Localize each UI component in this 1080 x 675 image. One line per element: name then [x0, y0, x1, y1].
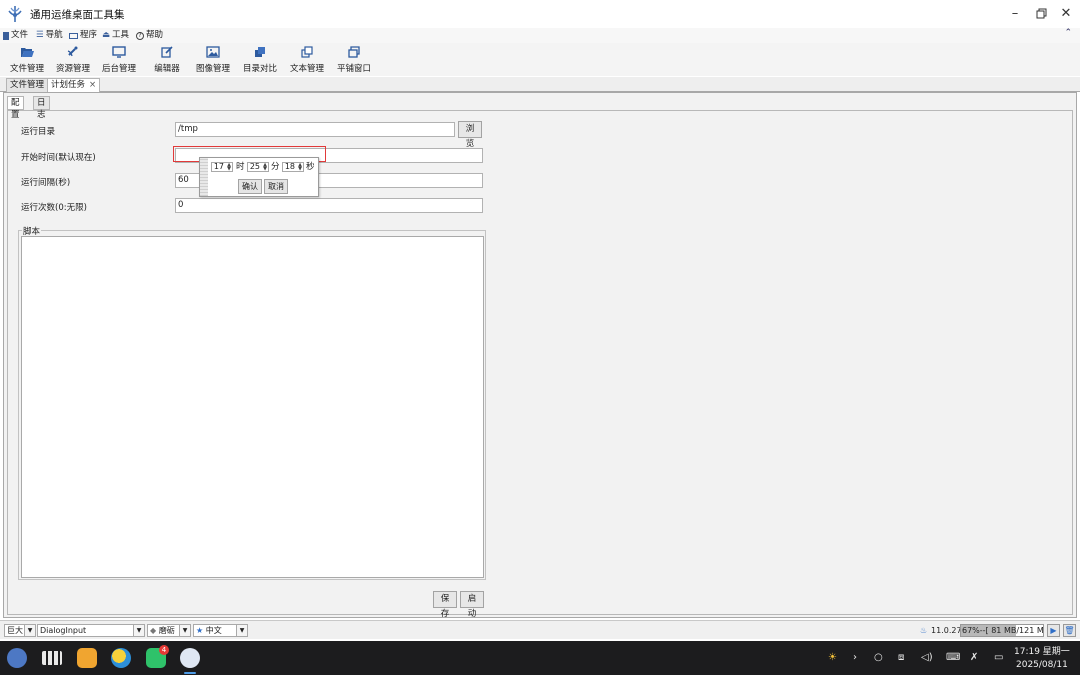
tool-resource-manager[interactable]: 资源管理 — [55, 46, 91, 76]
copy-icon — [301, 46, 313, 58]
image-icon — [206, 46, 220, 58]
start-time-label: 开始时间(默认现在) — [21, 153, 96, 163]
picker-drag-handle[interactable] — [200, 158, 208, 196]
volume-icon[interactable]: ◁) — [921, 652, 933, 663]
files-app-icon[interactable] — [77, 648, 97, 668]
language-icon: ★ — [196, 626, 204, 635]
list-icon: ☰ — [36, 30, 44, 40]
tool-text-manager[interactable]: 文本管理 — [289, 46, 325, 76]
spinner-arrows-icon[interactable]: ▲ ▼ — [227, 163, 231, 172]
chevron-down-icon: ▼ — [133, 625, 144, 636]
java-icon: ♨ — [920, 626, 928, 635]
tool-dir-compare[interactable]: 目录对比 — [242, 46, 278, 76]
hour-unit: 时 — [236, 162, 245, 172]
tab-file-manager[interactable]: 文件管理 — [6, 78, 49, 92]
tool-tile-windows[interactable]: 平铺窗口 — [336, 46, 372, 76]
save-button[interactable]: 保存 — [433, 591, 457, 619]
network-off-icon[interactable]: ✗ — [970, 652, 978, 663]
help-icon: ? — [136, 31, 144, 40]
file-icon — [3, 31, 9, 40]
keyboard-icon — [69, 32, 78, 39]
menu-tools[interactable]: ⏏ 工具 — [102, 29, 129, 42]
font-size-select[interactable]: 巨大 ▼ — [4, 624, 36, 637]
title-bar: 通用运维桌面工具集 – ✕ — [0, 0, 1080, 28]
memory-bar: 67%--[ 81 MB/121 MB ] — [960, 624, 1044, 637]
second-spinner[interactable]: 18 ▲ ▼ — [282, 162, 304, 172]
folder-open-icon — [21, 48, 34, 57]
browse-button[interactable]: 浏览 — [458, 121, 482, 149]
edit-icon — [161, 46, 173, 58]
tab-scheduled-task[interactable]: 计划任务 × — [47, 78, 101, 93]
toolbar: 文件管理 资源管理 后台管理 编辑器 图像管理 目录对比 文本管理 平铺窗口 — [0, 43, 1080, 76]
menu-file[interactable]: 文件 — [3, 29, 28, 42]
clock-time[interactable]: 17:19 星期一 — [1014, 644, 1070, 657]
version-text: 11.0.27 — [931, 626, 962, 635]
compare-icon — [255, 47, 265, 57]
interval-label: 运行间隔(秒) — [21, 178, 71, 188]
document-tabs: 文件管理 计划任务 × — [0, 77, 1080, 93]
second-unit: 秒 — [306, 162, 315, 172]
launcher-icon[interactable] — [7, 648, 27, 668]
picker-cancel-button[interactable]: 取消 — [264, 179, 288, 194]
notification-icon[interactable]: ▭ — [994, 652, 1003, 663]
tool-backend-manager[interactable]: 后台管理 — [101, 46, 137, 76]
run-count-label: 运行次数(0:无限) — [21, 203, 87, 213]
tab-config[interactable]: 配置 — [7, 96, 24, 120]
search-icon[interactable]: ○ — [874, 652, 883, 663]
satellite-icon — [67, 46, 78, 57]
windows-icon — [348, 46, 360, 58]
start-button[interactable]: 启动 — [460, 591, 484, 619]
tab-close-icon[interactable]: × — [89, 80, 96, 90]
minute-unit: 分 — [271, 162, 280, 172]
tool-image-manager[interactable]: 图像管理 — [195, 46, 231, 76]
monitor-icon — [112, 46, 126, 58]
ops-tool-icon[interactable] — [180, 648, 200, 668]
collapse-icon[interactable]: ⌃ — [1064, 28, 1072, 38]
script-textarea[interactable] — [21, 236, 484, 578]
tool-file-manager[interactable]: 文件管理 — [9, 46, 45, 76]
menu-navigate[interactable]: ☰ 导航 — [36, 29, 63, 42]
restore-icon[interactable] — [1030, 4, 1052, 24]
browser-icon[interactable] — [111, 648, 131, 668]
run-count-input[interactable]: 0 — [175, 198, 483, 213]
menu-help[interactable]: ? 帮助 — [136, 29, 163, 42]
tab-log[interactable]: 日志 — [33, 96, 50, 120]
chevron-down-icon: ▼ — [179, 625, 190, 636]
close-icon[interactable]: ✕ — [1055, 4, 1077, 24]
window-title: 通用运维桌面工具集 — [30, 9, 125, 21]
memory-text: 67%--[ 81 MB/121 MB ] — [962, 626, 1044, 635]
keyboard-tray-icon[interactable]: ⌨ — [946, 652, 960, 663]
picker-confirm-button[interactable]: 确认 — [238, 179, 262, 194]
minute-spinner[interactable]: 25 ▲ ▼ — [247, 162, 269, 172]
status-bar: 巨大 ▼ DialogInput ▼ ◆ 磨砺 ▼ ★ 中文 ▼ ♨ 11.0.27 6… — [0, 620, 1080, 639]
app-logo-icon — [8, 6, 22, 22]
messages-badge: 4 — [159, 645, 169, 655]
hour-spinner[interactable]: 17 ▲ ▼ — [211, 162, 233, 172]
tool-editor[interactable]: 编辑器 — [153, 46, 181, 76]
trash-icon[interactable]: 🗑 — [1063, 624, 1076, 637]
language-select[interactable]: ★ 中文 ▼ — [193, 624, 248, 637]
theme-select[interactable]: ◆ 磨砺 ▼ — [147, 624, 191, 637]
chevron-down-icon: ▼ — [236, 625, 247, 636]
toolbox-icon: ⏏ — [102, 30, 111, 40]
chevron-right-icon[interactable]: › — [853, 652, 857, 663]
screen-record-icon[interactable]: ⧈ — [898, 652, 904, 663]
theme-icon: ◆ — [150, 626, 157, 635]
brightness-icon[interactable]: ☀ — [828, 652, 837, 663]
multitask-icon[interactable] — [42, 651, 62, 665]
chevron-down-icon: ▼ — [24, 625, 35, 636]
component-select[interactable]: DialogInput ▼ — [37, 624, 145, 637]
menu-bar: 文件 ☰ 导航 程序 ⏏ 工具 ? 帮助 ⌃ — [0, 28, 1080, 43]
clock-date[interactable]: 2025/08/11 — [1016, 660, 1068, 670]
spinner-arrows-icon[interactable]: ▲ ▼ — [263, 163, 267, 172]
run-dir-input[interactable]: /tmp — [175, 122, 455, 137]
spinner-arrows-icon[interactable]: ▲ ▼ — [298, 163, 302, 172]
gc-run-button[interactable]: ▶ — [1047, 624, 1060, 637]
active-app-indicator — [184, 672, 196, 674]
menu-program[interactable]: 程序 — [69, 29, 97, 42]
minimize-icon[interactable]: – — [1004, 4, 1026, 24]
run-dir-label: 运行目录 — [21, 127, 56, 137]
